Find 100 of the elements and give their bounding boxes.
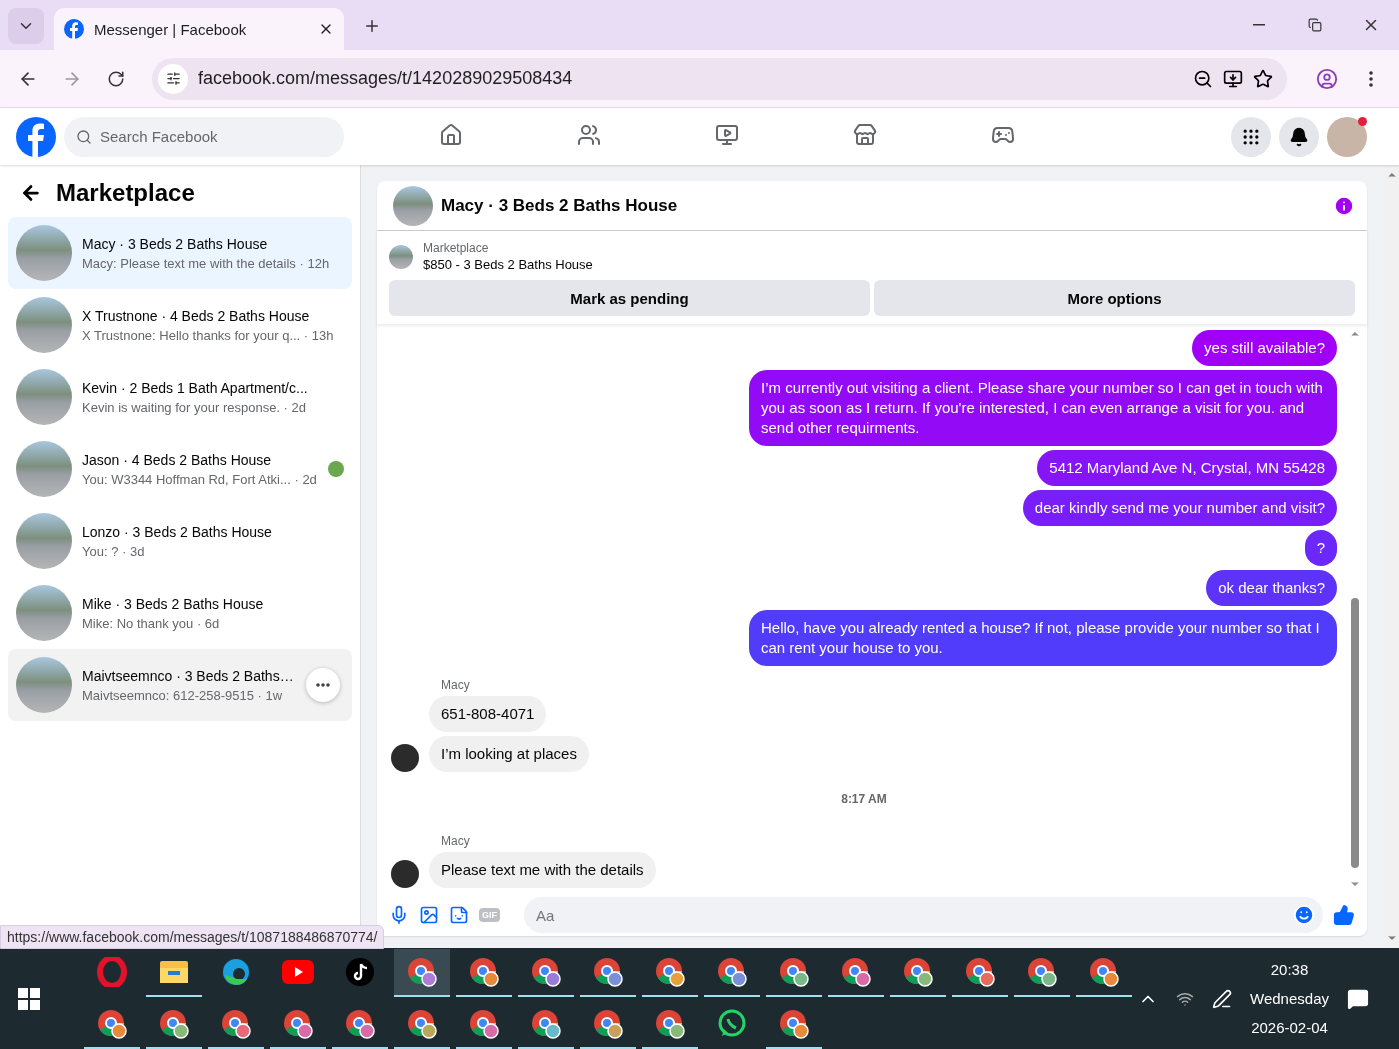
scrollbar-thumb[interactable] [1351, 598, 1359, 868]
notification-dot [1358, 116, 1367, 126]
sticker-icon[interactable] [449, 905, 469, 925]
browser-profile-icon[interactable] [964, 955, 996, 988]
emoji-icon[interactable] [1293, 904, 1315, 926]
music-note-icon[interactable] [345, 956, 375, 987]
sent-message: I’m currently out visiting a client. Please share your number so I can get in touch with you as soon as I return. If you're interested, I can even arrange a visit for you. and send other requirments. [749, 370, 1337, 446]
conversation-item[interactable]: Kevin · 2 Beds 1 Bath Apartment/c... Kevin is waiting for your response. · 2d [8, 361, 352, 433]
house-photo-placeholder [16, 225, 72, 281]
pen-icon[interactable] [1212, 988, 1233, 1009]
browser-profile-icon[interactable] [344, 1007, 376, 1040]
browser-profile-icon[interactable] [778, 1007, 810, 1040]
site-settings-button[interactable] [158, 63, 188, 94]
reload-icon [107, 69, 125, 88]
bookmark-star-icon[interactable] [1253, 68, 1273, 89]
house-photo-placeholder [16, 657, 72, 713]
play-icon[interactable] [282, 959, 314, 984]
conversation-preview: You: W3344 Hoffman Rd, Fort Atki... · 2d [82, 471, 318, 487]
conversation-title: Mike · 3 Beds 2 Baths House [82, 595, 265, 612]
conversation-title: Kevin · 2 Beds 1 Bath Apartment/c... [82, 379, 309, 396]
facebook-logo-icon [64, 19, 84, 39]
more-icon [316, 683, 330, 687]
chat-title: Macy · 3 Beds 2 Baths House [441, 195, 678, 216]
received-message: I’m looking at places [429, 736, 589, 772]
conversation-item[interactable]: Jason · 4 Beds 2 Baths House You: W3344 Hoffman Rd, Fort Atki... · 2d [8, 433, 352, 505]
listing-action-button[interactable]: More options [874, 280, 1355, 316]
browser-profile-icon[interactable] [902, 955, 934, 988]
received-message: 651-808-4071 [429, 696, 547, 732]
house-photo-placeholder [16, 441, 72, 497]
conversation-title: Maivtseemnco · 3 Beds 2 Baths… [82, 667, 295, 684]
message-input[interactable]: Aa [524, 897, 1323, 933]
browser-tab[interactable]: Messenger | Facebook [54, 8, 344, 50]
listing-source: Marketplace [423, 241, 490, 255]
conversation-preview: Mike: No thank you · 6d [82, 615, 221, 631]
conversation-item[interactable]: X Trustnone · 4 Beds 2 Baths House X Trustnone: Hello thanks for your q... · 13h [8, 289, 352, 361]
clock-date: 2026-02-04 [1251, 1019, 1328, 1036]
notifications-button[interactable] [1279, 116, 1319, 157]
browser-profile-icon[interactable] [1026, 955, 1058, 988]
browser-profile-icon[interactable] [282, 1007, 314, 1040]
conversation-item[interactable]: Macy · 3 Beds 2 Baths House Macy: Please text me with the details · 12h [8, 217, 352, 289]
browser-profile-icon[interactable] [592, 955, 624, 988]
info-icon[interactable] [1333, 194, 1355, 217]
listing-summary: $850 - 3 Beds 2 Baths House [423, 257, 593, 272]
search-icon [76, 128, 92, 145]
browser-profile-icon[interactable] [716, 955, 748, 988]
browser-profile-icon[interactable] [654, 1007, 686, 1040]
received-message: Please text me with the details [429, 852, 656, 888]
listing-action-button[interactable]: Mark as pending [389, 280, 870, 316]
more-button[interactable] [306, 668, 340, 702]
image-icon[interactable] [419, 905, 439, 925]
house-photo-placeholder [16, 513, 72, 569]
search-field[interactable]: Search Facebook [64, 116, 344, 157]
thumbs-up-icon[interactable] [1333, 904, 1355, 926]
browser-profile-icon[interactable] [406, 1007, 438, 1040]
browser-profile-icon[interactable] [654, 955, 686, 988]
conversation-item[interactable]: Maivtseemnco · 3 Beds 2 Baths… Maivtseemnco: 612-258-9515 · 1w [8, 649, 352, 721]
conversation-title: Jason · 4 Beds 2 Baths House [82, 451, 273, 468]
sender-name: Macy [440, 834, 471, 848]
video-icon [715, 123, 739, 147]
conversation-preview: You: ? · 3d [82, 543, 146, 559]
address-bar[interactable]: facebook.com/messages/t/1420289029508434 [152, 57, 1287, 100]
conversation-item[interactable]: Mike · 3 Beds 2 Baths House Mike: No thank you · 6d [8, 577, 352, 649]
notification-icon[interactable] [1347, 987, 1369, 1010]
folder-icon[interactable] [159, 958, 189, 985]
back-arrow-icon[interactable] [20, 182, 42, 204]
clock-day: Wednesday [1250, 990, 1329, 1007]
conversation-preview: Macy: Please text me with the details · 12h [82, 255, 331, 271]
browser-profile-icon[interactable] [1088, 955, 1120, 988]
account-avatar[interactable] [1327, 116, 1367, 157]
browser-profile-icon[interactable] [406, 955, 438, 988]
browser-profile-icon[interactable] [468, 1007, 500, 1040]
microphone-icon[interactable] [389, 905, 409, 925]
windows-start-icon[interactable] [18, 987, 40, 1010]
facebook-logo-icon[interactable] [16, 116, 56, 157]
home-icon [439, 123, 463, 147]
search-placeholder: Search Facebook [100, 128, 218, 145]
browser-profile-icon[interactable] [778, 955, 810, 988]
menu-grid-button[interactable] [1231, 116, 1271, 157]
browser-profile-icon[interactable] [468, 955, 500, 988]
marketplace-icon [853, 123, 877, 147]
conversation-preview: Kevin is waiting for your response. · 2d [82, 399, 307, 415]
browser-profile-icon[interactable] [158, 1007, 190, 1040]
browser-profile-icon[interactable] [96, 1007, 128, 1040]
bell-icon [1289, 126, 1309, 147]
browser-profile-icon[interactable] [840, 955, 872, 988]
conversation-title: Lonzo · 3 Beds 2 Baths House [82, 523, 273, 540]
browser-profile-icon[interactable] [530, 1007, 562, 1040]
browser-profile-icon[interactable] [592, 1007, 624, 1040]
plus-icon [363, 17, 381, 35]
status-url: https://www.facebook.com/messages/t/1087188486870774/ [0, 925, 385, 949]
browser-profile-icon[interactable] [220, 1007, 252, 1040]
menu-icon [1369, 70, 1373, 87]
url-text: facebook.com/messages/t/1420289029508434 [198, 68, 573, 89]
friends-icon [577, 123, 601, 147]
zoom-icon[interactable] [1193, 68, 1213, 89]
conversation-preview: Maivtseemnco: 612-258-9515 · 1w [82, 687, 284, 703]
install-icon[interactable] [1223, 68, 1243, 89]
browser-profile-icon[interactable] [530, 955, 562, 988]
conversation-item[interactable]: Lonzo · 3 Beds 2 Baths House You: ? · 3d [8, 505, 352, 577]
house-photo-placeholder [389, 244, 413, 269]
